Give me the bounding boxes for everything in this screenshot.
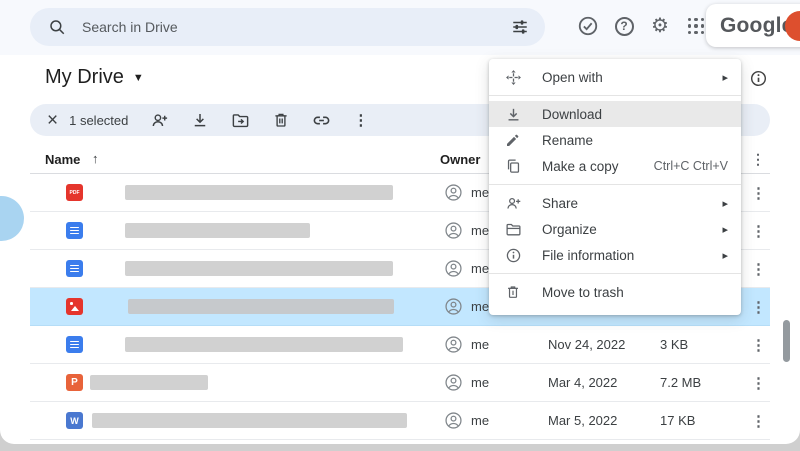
owner-label: me [471,299,489,314]
modified-date: Mar 5, 2022 [548,413,617,428]
more-options-icon[interactable]: ⋮ [751,412,766,430]
search-bar[interactable] [30,8,545,46]
table-row[interactable]: me Nov 24, 2022 3 KB ⋮ [30,326,770,364]
help-icon[interactable]: ? [612,14,636,38]
file-info-icon [505,247,525,264]
more-options-icon[interactable]: ⋮ [751,298,766,316]
copy-link-icon[interactable] [312,111,331,130]
owner-avatar [444,297,463,316]
owner-avatar [444,411,463,430]
owner-label: me [471,185,489,200]
open-with-icon [505,69,525,86]
owner-label: me [471,223,489,238]
sort-ascending-icon[interactable]: ↑ [92,151,99,166]
owner-avatar [444,373,463,392]
share-icon[interactable] [150,111,169,130]
modified-date: Nov 24, 2022 [548,337,625,352]
menu-item-file-information[interactable]: File information ▸ [489,242,741,268]
redacted-file-name [125,337,403,352]
menu-item-rename[interactable]: Rename [489,127,741,153]
share-icon [505,195,525,212]
file-size: 7.2 MB [660,375,701,390]
context-menu: Open with ▸ Download Rename Make a copy … [489,59,741,315]
menu-item-open-with[interactable]: Open with ▸ [489,64,741,90]
more-options-icon[interactable]: ⋮ [751,222,766,240]
more-actions-icon[interactable]: ⋮ [353,111,368,129]
redacted-file-name [92,413,407,428]
owner-avatar [444,221,463,240]
redacted-file-name [90,375,208,390]
scrollbar-thumb[interactable] [783,320,790,362]
redacted-file-name [125,185,393,200]
modified-date: Mar 4, 2022 [548,375,617,390]
table-row[interactable]: W me Mar 5, 2022 17 KB ⋮ [30,402,770,440]
owner-label: me [471,375,489,390]
settings-icon[interactable]: ⚙ [648,14,672,38]
page-title-dropdown[interactable]: My Drive ▼ [45,66,144,89]
google-docs-file-icon [66,260,83,277]
clear-selection-icon[interactable]: × [47,111,58,130]
column-options-icon[interactable]: ⋮ [751,151,765,168]
pdf-file-icon: PDF [66,184,83,201]
google-docs-file-icon [66,336,83,353]
search-icon [48,18,66,36]
download-icon [505,106,525,123]
chevron-down-icon: ▼ [133,72,144,84]
file-size: 17 KB [660,413,695,428]
more-options-icon[interactable]: ⋮ [751,260,766,278]
table-row[interactable]: P me Mar 4, 2022 7.2 MB ⋮ [30,364,770,402]
redacted-file-name [125,223,310,238]
submenu-arrow-icon: ▸ [722,249,728,262]
menu-item-move-to-trash[interactable]: Move to trash [489,279,741,305]
google-docs-file-icon [66,222,83,239]
more-options-icon[interactable]: ⋮ [751,184,766,202]
page-title: My Drive [45,66,124,89]
search-options-icon[interactable] [507,14,533,40]
powerpoint-file-icon: P [66,374,83,391]
copy-icon [505,158,525,175]
submenu-arrow-icon: ▸ [722,71,728,84]
word-file-icon: W [66,412,83,429]
owner-label: me [471,261,489,276]
menu-item-share[interactable]: Share ▸ [489,190,741,216]
top-bar: ? ⚙ Google [0,0,800,55]
column-header-owner[interactable]: Owner [440,152,480,167]
column-header-name[interactable]: Name [45,152,80,167]
owner-avatar [444,183,463,202]
search-input[interactable] [80,18,507,36]
menu-item-organize[interactable]: Organize ▸ [489,216,741,242]
apps-grid-icon[interactable] [684,14,708,38]
more-options-icon[interactable]: ⋮ [751,374,766,392]
trash-icon [505,284,525,300]
more-options-icon[interactable]: ⋮ [751,336,766,354]
redacted-file-name [125,261,393,276]
drive-window: ? ⚙ Google My Drive ▼ × 1 selected [0,0,800,444]
image-file-icon [66,298,83,315]
menu-divider [489,273,741,274]
file-size: 3 KB [660,337,688,352]
view-details-icon[interactable] [749,69,768,93]
owner-label: me [471,413,489,428]
owner-avatar [444,335,463,354]
selected-count: 1 selected [69,113,128,128]
submenu-arrow-icon: ▸ [722,197,728,210]
menu-divider [489,184,741,185]
redacted-file-name [128,299,394,314]
rename-icon [505,132,525,148]
offline-status-icon[interactable] [576,14,600,38]
download-icon[interactable] [191,111,209,129]
move-to-folder-icon[interactable] [231,111,250,130]
organize-icon [505,221,525,238]
owner-label: me [471,337,489,352]
owner-avatar [444,259,463,278]
submenu-arrow-icon: ▸ [722,223,728,236]
menu-divider [489,95,741,96]
menu-item-download[interactable]: Download [489,101,741,127]
trash-icon[interactable] [272,111,290,129]
keyboard-shortcut: Ctrl+C Ctrl+V [654,159,728,173]
menu-item-make-a-copy[interactable]: Make a copy Ctrl+C Ctrl+V [489,153,741,179]
